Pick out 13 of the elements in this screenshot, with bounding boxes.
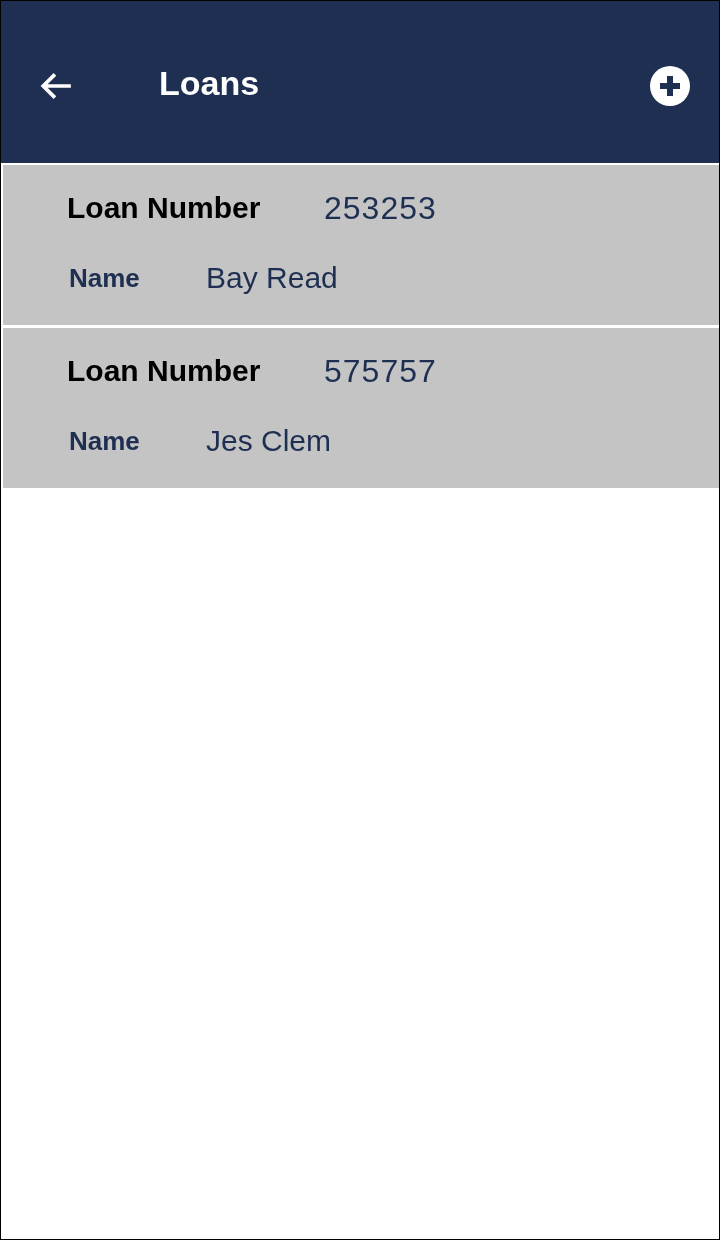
name-value: Bay Read xyxy=(206,261,338,295)
name-label: Name xyxy=(68,262,141,294)
loan-number-label: Loan Number xyxy=(67,191,262,225)
loan-number-value: 575757 xyxy=(324,352,437,390)
name-label: Name xyxy=(68,425,141,457)
screen-title: Loans xyxy=(159,63,261,103)
loan-number-label: Loan Number xyxy=(67,354,262,388)
loan-card[interactable]: Loan Number 253253 Name Bay Read xyxy=(3,165,719,325)
add-icon[interactable] xyxy=(650,66,690,106)
loan-number-value: 253253 xyxy=(324,189,437,227)
name-value: Jes Clem xyxy=(206,424,332,458)
loan-card[interactable]: Loan Number 575757 Name Jes Clem xyxy=(3,328,719,488)
back-arrow-icon[interactable] xyxy=(39,71,73,101)
